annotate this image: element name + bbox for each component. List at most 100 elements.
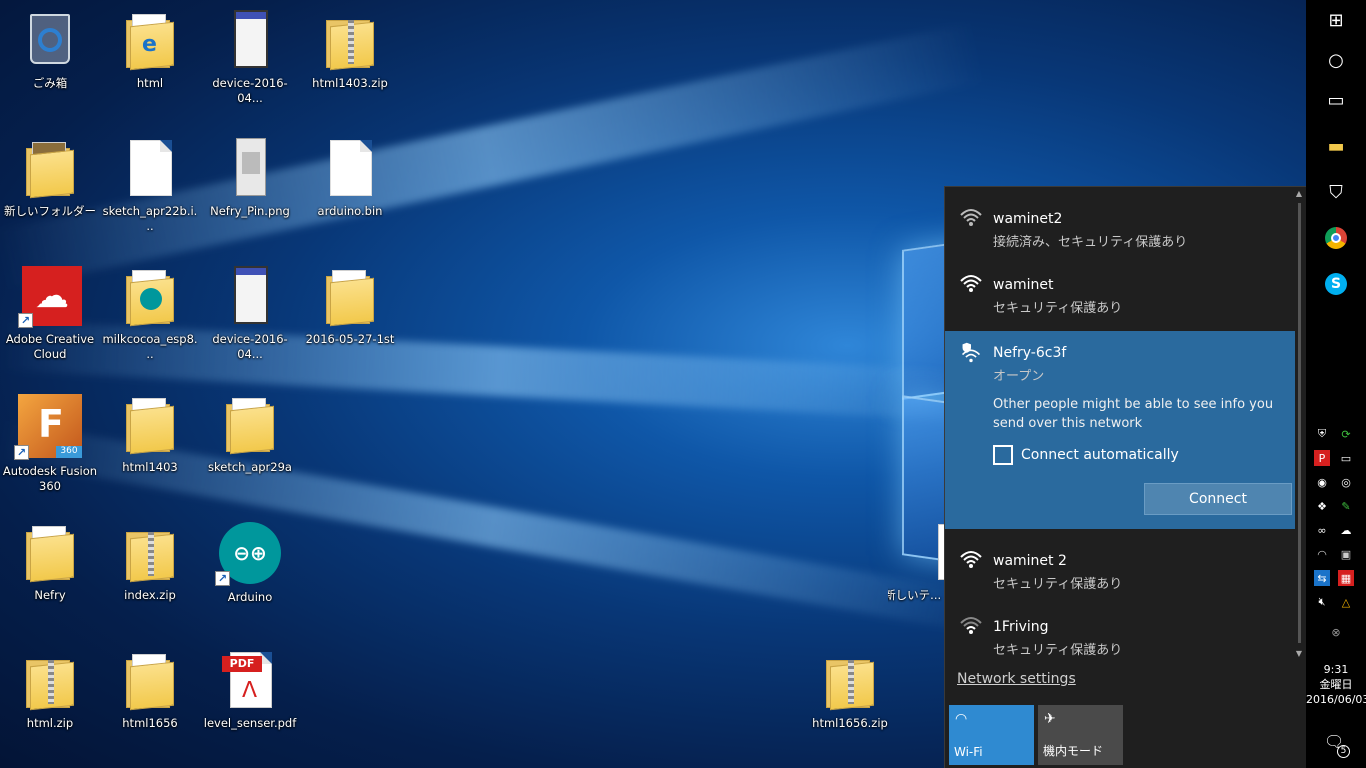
pocket-icon[interactable]: P [1314, 450, 1330, 466]
file-icon [908, 522, 944, 582]
connect-automatically-label: Connect automatically [1021, 447, 1179, 463]
network-tray-icon[interactable]: ◠ [1314, 546, 1330, 562]
wifi-network-item[interactable]: waminet2 接続済み、セキュリティ保護あり [945, 187, 1295, 253]
record-icon[interactable]: ◎ [1338, 474, 1354, 490]
clock-time: 9:31 [1323, 663, 1349, 676]
airplane-icon: ✈ [1044, 711, 1056, 727]
network-status: セキュリティ保護あり [993, 301, 1123, 316]
open-network-warning-icon [961, 342, 981, 363]
desktop-icon-html-zip[interactable]: html.zip [2, 642, 98, 762]
cortana-button[interactable]: ○ [1320, 44, 1352, 76]
network-settings-link[interactable]: Network settings [957, 671, 1076, 687]
desktop-icon-arduino-bin[interactable]: arduino.bin [302, 130, 398, 250]
adobe-creative-cloud-icon: ☁ ↗ [18, 266, 82, 328]
desktop-icon-new-folder[interactable]: 新しいフォルダー [2, 130, 98, 250]
clock-date: 2016/06/03 [1306, 693, 1366, 706]
defender-shield-icon[interactable]: ⛨ [1314, 426, 1330, 442]
desktop-icon-device-screenshot-2[interactable]: device-2016-04... [202, 258, 298, 378]
folder-icon [122, 394, 178, 455]
network-status: セキュリティ保護あり [993, 577, 1123, 592]
store-button[interactable]: ⛉ [1320, 176, 1352, 208]
wifi-signal-icon [960, 275, 982, 292]
skype-button[interactable]: S [1320, 268, 1352, 300]
desktop-icon-fusion360[interactable]: F 360 ↗ Autodesk Fusion 360 [2, 386, 98, 506]
desktop-icon-recycle-bin[interactable]: ごみ箱 [2, 2, 98, 122]
zip-folder-icon [122, 522, 178, 583]
desktop-icon-html1403[interactable]: html1403 [102, 386, 198, 506]
task-view-button[interactable]: ▭ [1320, 84, 1352, 116]
desktop-icon-nefry-pin[interactable]: Nefry_Pin.png [202, 130, 298, 250]
network-status: オープン [993, 369, 1045, 384]
scrollbar-thumb[interactable] [1298, 203, 1301, 643]
desktop-icon-html1403-zip[interactable]: html1403.zip [302, 2, 398, 122]
volume-muted-icon[interactable]: 🔇︎ [1314, 594, 1330, 610]
phone-screenshot-icon [222, 266, 278, 326]
chrome-button[interactable] [1320, 222, 1352, 254]
google-drive-icon[interactable]: △ [1338, 594, 1354, 610]
file-explorer-button[interactable]: ▬ [1320, 130, 1352, 162]
wifi-network-item[interactable]: waminet 2 セキュリティ保護あり [945, 529, 1295, 595]
folder-icon [122, 650, 178, 711]
folder-edge-icon: e [122, 10, 178, 71]
teamviewer-icon[interactable]: ⇆ [1314, 570, 1330, 586]
desktop-icon-milkcocoa[interactable]: milkcocoa_esp8... [102, 258, 198, 378]
network-name: waminet [993, 277, 1054, 293]
evernote-icon[interactable]: ✎ [1338, 498, 1354, 514]
network-name: Nefry-6c3f [993, 345, 1067, 361]
desktop-icon-2016-05-27[interactable]: 2016-05-27-1st [302, 258, 398, 378]
chrome-icon [1325, 227, 1347, 249]
desktop-icon-html1656-zip[interactable]: html1656.zip [802, 642, 898, 762]
folder-icon [222, 394, 278, 455]
desktop-icon-device-screenshot-1[interactable]: device-2016-04... [202, 2, 298, 122]
scroll-down-icon[interactable]: ▼ [1294, 649, 1304, 659]
folder-icon [22, 522, 78, 583]
desktop-icon-html[interactable]: e html [102, 2, 198, 122]
desktop-icon-level-senser-pdf[interactable]: PDF ᐱ level_senser.pdf [202, 642, 298, 762]
connect-button[interactable]: Connect [1144, 483, 1292, 515]
start-button[interactable]: ⊞ [1320, 4, 1352, 36]
wifi-quick-action-tile[interactable]: ◠ Wi-Fi [949, 705, 1034, 765]
scroll-up-icon[interactable]: ▲ [1294, 189, 1304, 199]
folder-icon [22, 138, 78, 199]
sync-icon[interactable]: ⟳ [1338, 426, 1354, 442]
flyout-scrollbar[interactable]: ▲ ▼ [1294, 189, 1304, 659]
onedrive-icon[interactable]: ☁ [1338, 522, 1354, 538]
clock-day: 金曜日 [1319, 678, 1353, 691]
notification-count-badge: 5 [1337, 745, 1350, 758]
desktop-icon-arduino[interactable]: ⊖⊕ ↗ Arduino [202, 514, 298, 634]
action-center-button[interactable]: 🗨︎ 5 [1324, 732, 1350, 758]
connect-automatically-row[interactable]: Connect automatically [993, 445, 1179, 465]
creative-cloud-tray-icon[interactable]: ∞ [1314, 522, 1330, 538]
desktop-icon-adobe-cc[interactable]: ☁ ↗ Adobe Creative Cloud [2, 258, 98, 378]
desktop-icon-index-zip[interactable]: index.zip [102, 514, 198, 634]
wifi-network-item[interactable]: 1Friving セキュリティ保護あり [945, 595, 1295, 661]
display-icon[interactable]: ▣ [1338, 546, 1354, 562]
desktop-icon-sketch-apr22b[interactable]: sketch_apr22b.i... [102, 130, 198, 250]
connect-automatically-checkbox[interactable] [993, 445, 1013, 465]
folder-icon [322, 266, 378, 327]
network-status: セキュリティ保護あり [993, 643, 1123, 658]
desktop-icon-new-text-partial[interactable]: 新しいテ... メン [888, 514, 944, 634]
dropbox-icon[interactable]: ❖ [1314, 498, 1330, 514]
store-bag-icon: ⛉ [1329, 181, 1343, 203]
wifi-network-item-selected[interactable]: Nefry-6c3f オープン Other people might be ab… [945, 331, 1295, 529]
desktop-icon-sketch-apr29a[interactable]: sketch_apr29a [202, 386, 298, 506]
wifi-signal-icon [960, 209, 982, 226]
open-network-warning: Other people might be able to see info y… [993, 397, 1274, 431]
arduino-icon: ⊖⊕ ↗ [215, 522, 281, 586]
close-circle-icon[interactable]: ⊗ [1328, 624, 1344, 640]
desktop-icon-nefry[interactable]: Nefry [2, 514, 98, 634]
desktop-icon-html1656[interactable]: html1656 [102, 642, 198, 762]
wifi-network-item[interactable]: waminet セキュリティ保護あり [945, 253, 1295, 319]
zip-folder-icon [822, 650, 878, 711]
battery-icon[interactable]: ▭ [1338, 450, 1354, 466]
folder-icon: ▬ [1327, 135, 1345, 157]
folder-arduino-icon [122, 266, 178, 327]
recycle-bin-icon [22, 10, 78, 70]
taskbar: ⊞ ○ ▭ ▬ ⛉ S ⛨ ⟳ P ▭ ◉ ◎ ❖ ✎ ∞ ☁ ◠ ▣ ⇆ ▦ … [1306, 0, 1366, 768]
phone-screenshot-icon [222, 10, 278, 70]
airplane-mode-tile[interactable]: ✈ 機内モード [1038, 705, 1123, 765]
eye-icon[interactable]: ◉ [1314, 474, 1330, 490]
taskbar-clock[interactable]: 9:31 金曜日 2016/06/03 [1306, 662, 1366, 707]
app-tray-icon[interactable]: ▦ [1338, 570, 1354, 586]
